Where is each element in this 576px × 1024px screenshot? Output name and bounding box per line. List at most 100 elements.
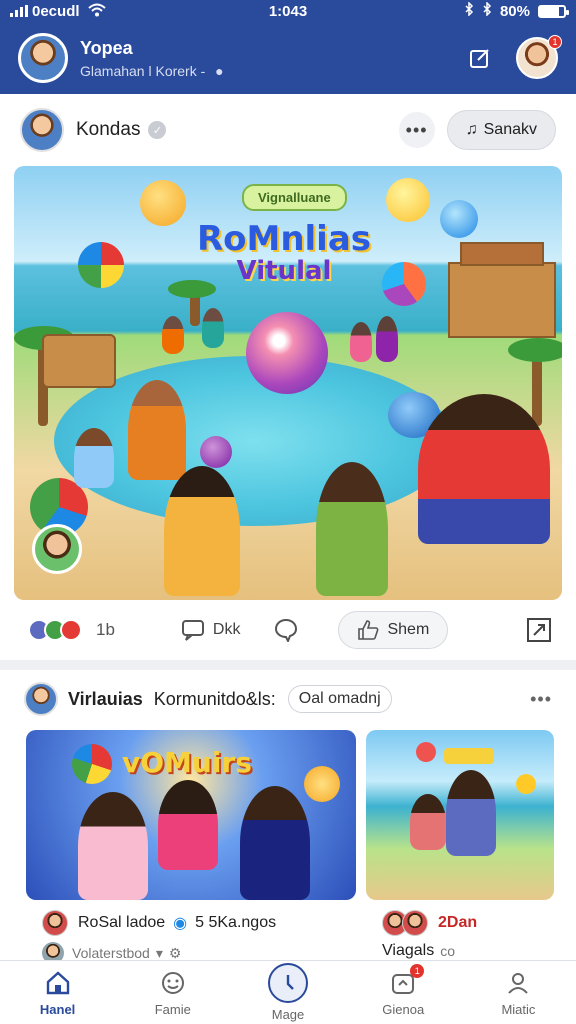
community-header: Virlauias Kormunitdo&ls: Oal omadnj ••• (0, 670, 576, 728)
compass-icon (268, 963, 308, 1003)
image-title: RoMnlias Vitulal (184, 219, 384, 286)
item2-sub: Viagals co (382, 942, 455, 960)
community-tile[interactable] (366, 730, 554, 900)
tile-banner-icon (444, 748, 494, 764)
reaction-count[interactable]: 1b (96, 620, 115, 640)
post-image[interactable]: Vignalluane RoMnlias Vitulal (14, 166, 562, 600)
person (164, 466, 240, 596)
image-title-line1: RoMnlias (196, 219, 372, 259)
tile-title: vOMuirs (122, 746, 252, 779)
item1-sub-text: Volaterstbod (72, 945, 150, 961)
emoji-bubble (304, 766, 340, 802)
chat-bubble (78, 242, 124, 288)
share-button[interactable]: Shem (338, 611, 449, 649)
person (418, 394, 550, 544)
more-options-button[interactable]: ••• (398, 112, 435, 148)
post-actions: 1b Dkk Shem (14, 608, 562, 652)
nav-notifications[interactable]: 1 Gienoa (346, 961, 461, 1024)
subtitle-text: Glamahan l Korerk - (80, 62, 206, 79)
post-author-avatar[interactable] (20, 108, 64, 152)
save-button[interactable] (274, 618, 298, 642)
person (162, 316, 184, 354)
person (446, 770, 496, 856)
nav-profile[interactable]: Miatic (461, 961, 576, 1024)
status-bar: 0ecudl 1:043 80% (0, 0, 576, 22)
item1-count: 5 5Ka.ngos (195, 914, 277, 931)
reaction-icons[interactable] (28, 619, 82, 641)
item2-avatar-2 (402, 910, 428, 936)
person (350, 322, 372, 362)
item1-pin-icon: ◉ (173, 915, 188, 932)
community-author[interactable]: Virlauias Kormunitdo&ls: (68, 689, 276, 710)
user-avatar[interactable] (18, 33, 68, 83)
chat-bubble (200, 436, 232, 468)
profile-button[interactable]: 1 (516, 35, 562, 79)
edit-icon (470, 49, 489, 68)
person (376, 316, 398, 362)
expand-button[interactable] (524, 615, 554, 645)
compose-button[interactable] (466, 44, 494, 72)
person (74, 428, 114, 488)
item1-name: RoSal ladoe (78, 914, 166, 931)
comment-label: Dkk (212, 621, 241, 638)
profile-badge: 1 (548, 35, 562, 49)
community-chip[interactable]: Oal omadnj (287, 685, 392, 713)
emoji-bubble (386, 178, 430, 222)
person (316, 462, 388, 596)
post-author-name[interactable]: Kondas (76, 119, 140, 141)
sort-button[interactable]: ♫ Sanakv (446, 110, 556, 150)
bottom-nav: Hanel Famie Mage 1 Gienoa Miatic (0, 960, 576, 1024)
chat-bubble (440, 200, 478, 238)
notification-icon: 1 (388, 964, 425, 998)
header-titles: Yopea Glamahan l Korerk - ● (80, 38, 224, 79)
home-icon (43, 968, 73, 998)
dropdown-icon: ▾ (155, 944, 163, 961)
emoji-bubble (140, 180, 186, 226)
bluetooth-icon-2 (482, 1, 492, 20)
chat-bubble (382, 262, 426, 306)
nav-friends[interactable]: Famie (115, 961, 230, 1024)
community-more-button[interactable]: ••• (530, 689, 552, 710)
person (78, 792, 148, 900)
nav-discover[interactable]: Mage (230, 961, 345, 1024)
battery-icon (538, 4, 569, 18)
chat-bubble (516, 774, 536, 794)
music-icon: ♫ (465, 121, 478, 138)
app-title: Yopea (80, 37, 133, 58)
item1-avatar (42, 910, 68, 936)
chat-bubble (416, 742, 436, 762)
image-banner: Vignalluane (242, 184, 347, 211)
app-subtitle: Glamahan l Korerk - ● (80, 63, 224, 79)
item2-sub-text: Viagals (382, 942, 435, 959)
community-author-name: Virlauias (68, 688, 143, 709)
image-overlay-avatar[interactable] (32, 524, 82, 574)
sort-button-label: Sanakv (483, 121, 537, 138)
nav-profile-label: Miatic (501, 1002, 536, 1017)
person (158, 780, 218, 870)
nav-home-label: Hanel (39, 1002, 76, 1017)
image-title-line2: Vitulal (236, 255, 332, 286)
community-tile[interactable]: vOMuirs (26, 730, 356, 900)
palm-leaves (508, 338, 562, 362)
item2-name: 2Dan (438, 914, 478, 931)
app-header: Yopea Glamahan l Korerk - ● 1 (0, 22, 576, 94)
item2-meta[interactable]: 2Dan (382, 910, 477, 936)
share-label: Shem (387, 621, 430, 638)
signal-icon (10, 5, 28, 17)
feed-post: Kondas ✓ ••• ♫ Sanakv Vignalluane RoMnli… (0, 94, 576, 660)
verified-icon: ✓ (148, 121, 167, 139)
comment-button[interactable]: Dkk (181, 619, 241, 641)
settings-icon: ⚙ (168, 944, 182, 961)
notification-badge: 1 (410, 964, 425, 978)
expand-icon (527, 618, 551, 642)
comment-icon (181, 620, 204, 641)
person (202, 308, 224, 348)
chat-bubble (72, 744, 112, 784)
globe-icon: ● (215, 62, 224, 79)
community-avatar[interactable] (24, 682, 58, 716)
item2-sub-extra: co (440, 943, 455, 959)
nav-notifications-label: Gienoa (382, 1002, 425, 1017)
nav-home[interactable]: Hanel (0, 961, 115, 1024)
wifi-icon (87, 3, 106, 20)
item1-meta[interactable]: RoSal ladoe ◉ 5 5Ka.ngos (42, 910, 276, 936)
